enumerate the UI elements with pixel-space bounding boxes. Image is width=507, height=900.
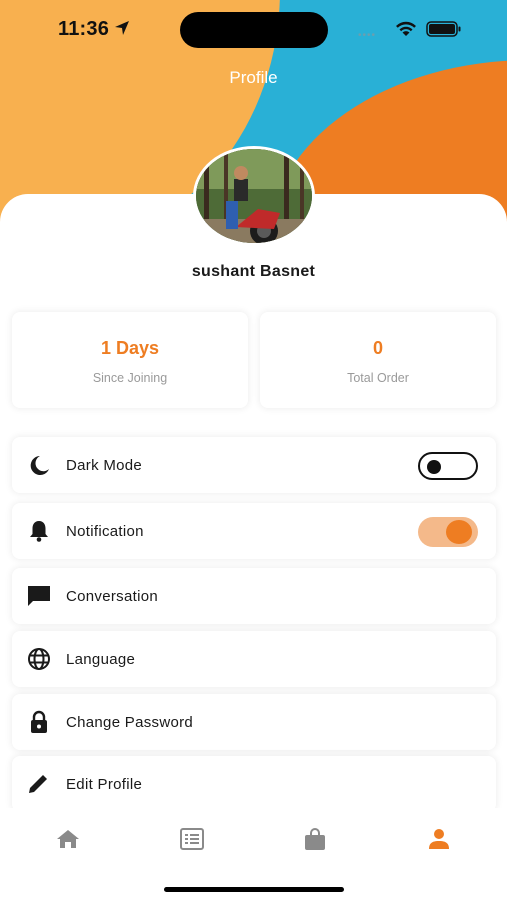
menu-item-notification: Notification xyxy=(12,503,496,559)
avatar[interactable] xyxy=(193,146,315,246)
status-time: 11:36 xyxy=(58,18,110,40)
page-title: Profile xyxy=(229,68,278,87)
menu-item-label: Dark Mode xyxy=(66,457,143,474)
menu-item-label: Change Password xyxy=(66,714,194,731)
pencil-icon xyxy=(29,775,47,793)
battery-icon xyxy=(426,21,461,37)
globe-icon xyxy=(28,648,50,670)
notification-toggle[interactable] xyxy=(418,517,478,547)
menu-item-label: Notification xyxy=(66,523,144,540)
user-name: sushant Basnet xyxy=(191,263,316,280)
menu-item-label: Edit Profile xyxy=(66,776,143,793)
shopping-bag-icon[interactable] xyxy=(302,828,328,850)
home-indicator xyxy=(164,887,344,892)
stat-label: Since Joining xyxy=(92,371,168,385)
menu-item-label: Conversation xyxy=(66,588,158,605)
dark-mode-toggle[interactable] xyxy=(418,452,478,480)
menu-item-label: Language xyxy=(66,651,136,668)
dynamic-island xyxy=(180,12,328,48)
list-icon[interactable] xyxy=(179,828,205,850)
menu-item-language[interactable]: Language xyxy=(12,631,496,687)
stat-value: 0 xyxy=(372,338,383,358)
menu-item-change-password[interactable]: Change Password xyxy=(12,694,496,750)
menu-item-dark-mode: Dark Mode xyxy=(12,437,496,493)
signal-dots-icon: •••• xyxy=(358,30,377,41)
stat-card-since-joining: 1 Days Since Joining xyxy=(12,312,248,408)
location-arrow-icon xyxy=(115,21,129,35)
toggle-knob xyxy=(446,520,472,544)
stat-label: Total Order xyxy=(347,371,409,385)
wifi-icon xyxy=(396,21,416,36)
menu-item-conversation[interactable]: Conversation xyxy=(12,568,496,624)
home-icon[interactable] xyxy=(55,828,81,850)
status-bar: 11:36 •••• xyxy=(0,0,507,56)
person-icon[interactable] xyxy=(426,828,452,850)
menu-item-edit-profile[interactable]: Edit Profile xyxy=(12,756,496,812)
stat-value: 1 Days xyxy=(100,338,160,358)
lock-icon xyxy=(31,710,47,733)
moon-icon xyxy=(30,456,49,475)
toggle-knob xyxy=(427,459,441,474)
stat-card-total-order[interactable]: 0 Total Order xyxy=(260,312,496,408)
chat-icon xyxy=(28,586,50,606)
bell-icon xyxy=(30,521,48,542)
